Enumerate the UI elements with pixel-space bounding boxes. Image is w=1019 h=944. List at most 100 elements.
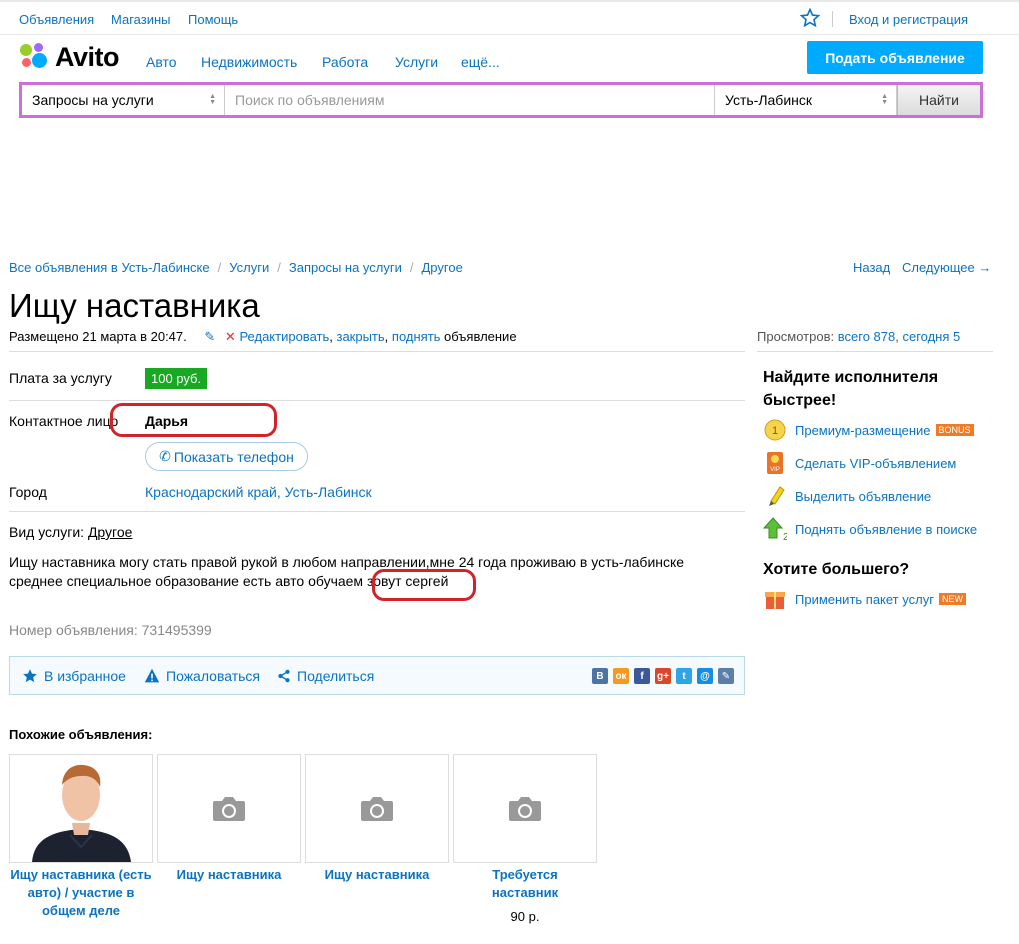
show-phone-button[interactable]: ✆ Показать телефон	[145, 442, 308, 471]
views-label: Просмотров:	[757, 329, 835, 344]
breadcrumb-item[interactable]: Услуги	[229, 260, 269, 275]
sidebar-item-package[interactable]: Применить пакет услуг NEW	[763, 587, 966, 611]
sidebar-item-vip[interactable]: VIP Сделать VIP-объявлением	[763, 451, 956, 475]
logo-text: Avito	[55, 41, 120, 72]
city-link[interactable]: Усть-Лабинск	[285, 484, 372, 500]
nav-item-jobs[interactable]: Работа	[322, 54, 368, 70]
person-photo	[10, 755, 152, 862]
views-total-link[interactable]: всего 878	[838, 329, 895, 344]
avito-logo[interactable]: Avito	[19, 41, 120, 73]
posted-date: Размещено 21 марта в 20:47.	[9, 329, 187, 344]
search-bar: Запросы на услуги ▲ ▼ Поиск по объявления…	[19, 82, 983, 118]
complain-button[interactable]: Пожаловаться	[144, 668, 260, 684]
complain-label: Пожаловаться	[166, 668, 261, 684]
category-select[interactable]: Запросы на услуги ▲ ▼	[22, 85, 225, 115]
share-icon	[278, 669, 290, 683]
description-line: Ищу наставника могу стать правой рукой в…	[9, 554, 685, 570]
similar-ad-title[interactable]: Ищу наставника (есть авто) / участие в о…	[9, 866, 153, 920]
page-title: Ищу наставника	[9, 287, 260, 324]
show-phone-label: Показать телефон	[173, 448, 294, 465]
city-select-value: Усть-Лабинск	[725, 92, 812, 108]
nav-item-auto[interactable]: Авто	[146, 54, 177, 70]
back-link[interactable]: Назад	[853, 260, 890, 275]
sidebar-item-label: Премиум-размещение	[795, 422, 931, 438]
search-input[interactable]: Поиск по объявлениям	[225, 85, 715, 115]
post-ad-button[interactable]: Подать объявление	[807, 41, 983, 74]
camera-placeholder-icon	[361, 796, 393, 821]
view-count: Просмотров: всего 878, сегодня 5	[757, 329, 961, 344]
sidebar-heading: Найдите исполнителя быстрее!	[763, 369, 939, 409]
facebook-icon[interactable]: f	[634, 668, 650, 684]
search-button[interactable]: Найти	[897, 85, 980, 115]
sidebar-item-highlight[interactable]: Выделить объявление	[763, 484, 931, 508]
pencil-icon: ✎	[204, 329, 216, 344]
favorites-star-icon[interactable]	[800, 8, 820, 28]
livejournal-icon[interactable]: ✎	[718, 668, 734, 684]
star-icon	[23, 669, 37, 683]
category-select-value: Запросы на услуги	[32, 92, 154, 108]
raise-link[interactable]: поднять	[392, 329, 441, 344]
ad-number: Номер объявления: 731495399	[9, 622, 212, 638]
sidebar-item-premium[interactable]: 1 Премиум-размещение BONUS	[763, 418, 974, 442]
divider	[757, 351, 993, 352]
vk-icon[interactable]: В	[592, 668, 608, 684]
nav-item-more[interactable]: ещё...	[461, 54, 500, 70]
svg-text:1: 1	[772, 425, 778, 437]
topbar-link-ads[interactable]: Объявления	[19, 12, 94, 27]
edit-suffix: объявление	[444, 329, 517, 344]
views-today-link[interactable]: сегодня 5	[902, 329, 960, 344]
similar-ad-title[interactable]: Требуется наставник	[453, 866, 597, 902]
google-plus-icon[interactable]: g+	[655, 668, 671, 684]
svg-text:VIP: VIP	[770, 467, 780, 473]
region-link[interactable]: Краснодарский край	[145, 484, 277, 500]
similar-ad-image[interactable]	[305, 754, 449, 863]
similar-ad-image[interactable]	[453, 754, 597, 863]
share-label: Поделиться	[297, 668, 375, 684]
ad-meta: Размещено 21 марта в 20:47. ✎ ✕ Редактир…	[9, 329, 517, 344]
share-button[interactable]: Поделиться	[277, 668, 374, 684]
highlighter-icon	[763, 484, 787, 508]
top-bar: Объявления Магазины Помощь Вход и регист…	[0, 0, 1019, 35]
similar-ad-title[interactable]: Ищу наставника	[305, 866, 449, 884]
similar-ad-title[interactable]: Ищу наставника	[157, 866, 301, 884]
bonus-badge: BONUS	[935, 424, 974, 436]
nav-item-services[interactable]: Услуги	[395, 54, 438, 70]
nav-item-realty[interactable]: Недвижимость	[201, 54, 297, 70]
action-bar: В избранное Пожаловаться Поделиться Вок f…	[9, 656, 745, 695]
breadcrumb-item[interactable]: Запросы на услуги	[289, 260, 402, 275]
price-label: Плата за услугу	[9, 370, 112, 386]
service-label: Вид услуги:	[9, 524, 85, 540]
description-text: среднее специальное образование есть авт…	[9, 573, 364, 589]
sidebar-heading: Хотите большего?	[763, 561, 910, 578]
sidebar-item-raise[interactable]: 2 Поднять объявление в поиске	[763, 517, 977, 541]
city-label: Город	[9, 484, 47, 500]
twitter-icon[interactable]: t	[676, 668, 692, 684]
topbar-link-shops[interactable]: Магазины	[111, 12, 171, 27]
service-type: Вид услуги: Другое	[9, 524, 132, 540]
red-annotation-oval	[372, 569, 476, 601]
favorite-label: В избранное	[44, 668, 126, 684]
select-arrows-icon: ▲ ▼	[881, 93, 888, 106]
similar-ads-title: Похожие объявления:	[9, 727, 153, 742]
gift-box-icon	[763, 587, 787, 611]
similar-ad-image[interactable]	[9, 754, 153, 863]
close-x-icon: ✕	[224, 329, 236, 344]
new-badge: NEW	[938, 593, 966, 605]
breadcrumb-item[interactable]: Другое	[422, 260, 463, 275]
city-value: Краснодарский край, Усть-Лабинск	[145, 484, 372, 500]
divider	[9, 351, 745, 352]
close-link[interactable]: закрыть	[336, 329, 384, 344]
odnoklassniki-icon[interactable]: ок	[613, 668, 629, 684]
topbar-divider	[832, 11, 833, 27]
login-link[interactable]: Вход и регистрация	[849, 12, 968, 27]
service-value: Другое	[87, 524, 133, 540]
favorite-button[interactable]: В избранное	[22, 668, 126, 684]
next-link[interactable]: Следующее →	[902, 260, 991, 275]
city-select[interactable]: Усть-Лабинск ▲ ▼	[715, 85, 897, 115]
similar-ad-image[interactable]	[157, 754, 301, 863]
premium-coin-icon: 1	[763, 418, 787, 442]
topbar-link-help[interactable]: Помощь	[188, 12, 238, 27]
breadcrumb-item[interactable]: Все объявления в Усть-Лабинске	[9, 260, 210, 275]
edit-link[interactable]: Редактировать	[239, 329, 329, 344]
mail-icon[interactable]: @	[697, 668, 713, 684]
